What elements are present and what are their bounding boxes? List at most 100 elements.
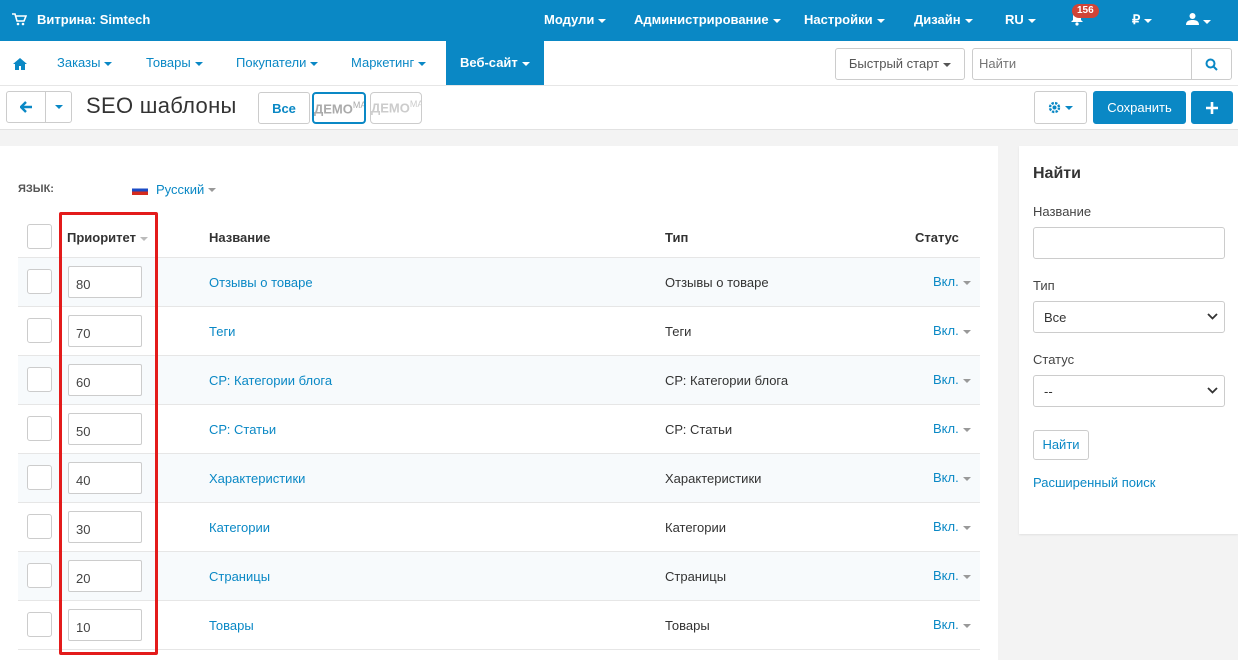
table-row: 10 Товары Товары Вкл.	[18, 601, 980, 650]
status-label: Вкл.	[933, 372, 959, 387]
settings-dropdown-button[interactable]	[1034, 91, 1087, 124]
menu-administration[interactable]: Администрирование	[634, 12, 781, 27]
row-checkbox[interactable]	[27, 367, 52, 392]
find-button[interactable]: Найти	[1033, 430, 1089, 460]
table-row: 30 Категории Категории Вкл.	[18, 503, 980, 552]
language-label: ЯЗЫК:	[18, 183, 54, 195]
menu-design-label: Дизайн	[914, 12, 961, 27]
row-checkbox[interactable]	[27, 612, 52, 637]
caret-down-icon	[208, 187, 217, 192]
add-button[interactable]	[1191, 91, 1233, 124]
nav-website-label: Веб-сайт	[460, 55, 518, 70]
quick-start-label: Быстрый старт	[848, 56, 940, 71]
demo-filter-button[interactable]: ДЕМОМА	[312, 92, 366, 124]
storefront-selector[interactable]: Витрина: Simtech	[12, 12, 150, 27]
currency-menu[interactable]: ₽	[1132, 12, 1153, 28]
row-checkbox[interactable]	[27, 318, 52, 343]
caret-down-icon	[310, 61, 319, 66]
status-label: Вкл.	[933, 519, 959, 534]
language-menu[interactable]: RU	[1005, 12, 1036, 27]
status-label: Вкл.	[933, 274, 959, 289]
home-icon	[13, 57, 27, 70]
row-checkbox[interactable]	[27, 465, 52, 490]
user-icon	[1186, 13, 1199, 25]
caret-down-icon	[1065, 105, 1073, 110]
status-dropdown[interactable]: Вкл.	[933, 568, 971, 583]
header-status[interactable]: Статус	[915, 230, 959, 245]
search-button[interactable]	[1191, 49, 1231, 79]
nav-products-label: Товары	[146, 55, 191, 70]
language-value: Русский	[156, 182, 205, 197]
caret-down-icon	[962, 574, 971, 579]
row-checkbox[interactable]	[27, 563, 52, 588]
status-dropdown[interactable]: Вкл.	[933, 519, 971, 534]
status-dropdown[interactable]: Вкл.	[933, 274, 971, 289]
caret-down-icon	[962, 378, 971, 383]
template-name-link[interactable]: СР: Категории блога	[209, 373, 332, 388]
caret-down-icon	[1027, 18, 1036, 23]
template-name-link[interactable]: Категории	[209, 520, 270, 535]
template-name-link[interactable]: Страницы	[209, 569, 270, 584]
table-row: 40 Характеристики Характеристики Вкл.	[18, 454, 980, 503]
caret-down-icon	[418, 61, 427, 66]
table-header: Приоритет Название Тип Статус	[18, 214, 980, 258]
nav-customers[interactable]: Покупатели	[236, 41, 319, 85]
status-label: Вкл.	[933, 421, 959, 436]
row-checkbox[interactable]	[27, 416, 52, 441]
status-dropdown[interactable]: Вкл.	[933, 421, 971, 436]
filter-all-label: Все	[272, 100, 296, 116]
arrow-left-icon	[19, 101, 32, 113]
advanced-search-link[interactable]: Расширенный поиск	[1033, 475, 1155, 490]
template-name-link[interactable]: Отзывы о товаре	[209, 275, 313, 290]
page-title: SEO шаблоны	[86, 93, 237, 118]
caret-down-icon	[598, 18, 607, 23]
status-filter-select[interactable]: --	[1033, 375, 1225, 407]
nav-website[interactable]: Веб-сайт	[446, 41, 544, 85]
template-name-link[interactable]: Теги	[209, 324, 235, 339]
status-dropdown[interactable]: Вкл.	[933, 617, 971, 632]
template-type: Товары	[665, 618, 710, 633]
menu-modules[interactable]: Модули	[544, 12, 607, 27]
row-checkbox[interactable]	[27, 269, 52, 294]
table-row: 20 Страницы Страницы Вкл.	[18, 552, 980, 601]
menu-design[interactable]: Дизайн	[914, 12, 973, 27]
filter-all-button[interactable]: Все	[258, 92, 310, 124]
menu-settings[interactable]: Настройки	[804, 12, 885, 27]
user-menu[interactable]	[1186, 12, 1211, 28]
name-filter-input[interactable]	[1033, 227, 1225, 259]
header-name[interactable]: Название	[209, 230, 270, 245]
nav-marketing[interactable]: Маркетинг	[351, 41, 427, 85]
search-input[interactable]	[979, 56, 1189, 71]
nav-marketing-label: Маркетинг	[351, 55, 415, 70]
back-button[interactable]	[6, 91, 46, 123]
save-button[interactable]: Сохранить	[1093, 91, 1186, 124]
status-filter-label: Статус	[1033, 352, 1075, 367]
home-link[interactable]	[13, 41, 27, 85]
nav-products[interactable]: Товары	[146, 41, 203, 85]
status-label: Вкл.	[933, 323, 959, 338]
select-all-checkbox[interactable]	[27, 224, 52, 249]
status-dropdown[interactable]: Вкл.	[933, 323, 971, 338]
header-type[interactable]: Тип	[665, 230, 688, 245]
status-dropdown[interactable]: Вкл.	[933, 470, 971, 485]
top-bar: Витрина: Simtech Модули Администрировани…	[0, 0, 1238, 41]
nav-orders[interactable]: Заказы	[57, 41, 113, 85]
table-row: 60 СР: Категории блога СР: Категории бло…	[18, 356, 980, 405]
row-checkbox[interactable]	[27, 514, 52, 539]
name-filter-label: Название	[1033, 204, 1092, 219]
caret-down-icon	[962, 280, 971, 285]
back-dropdown-button[interactable]	[45, 91, 72, 123]
template-name-link[interactable]: СР: Статьи	[209, 422, 276, 437]
demo-filter-button-2[interactable]: ДЕМОМА	[370, 92, 422, 124]
status-label: Вкл.	[933, 470, 959, 485]
caret-down-icon	[876, 18, 885, 23]
template-name-link[interactable]: Товары	[209, 618, 254, 633]
language-selector[interactable]: Русский	[132, 182, 217, 197]
quick-start-button[interactable]: Быстрый старт	[835, 48, 965, 80]
caret-down-icon	[1144, 18, 1153, 23]
caret-down-icon	[962, 476, 971, 481]
type-filter-select[interactable]: Все	[1033, 301, 1225, 333]
sidebar-title: Найти	[1033, 165, 1081, 182]
status-dropdown[interactable]: Вкл.	[933, 372, 971, 387]
template-name-link[interactable]: Характеристики	[209, 471, 305, 486]
